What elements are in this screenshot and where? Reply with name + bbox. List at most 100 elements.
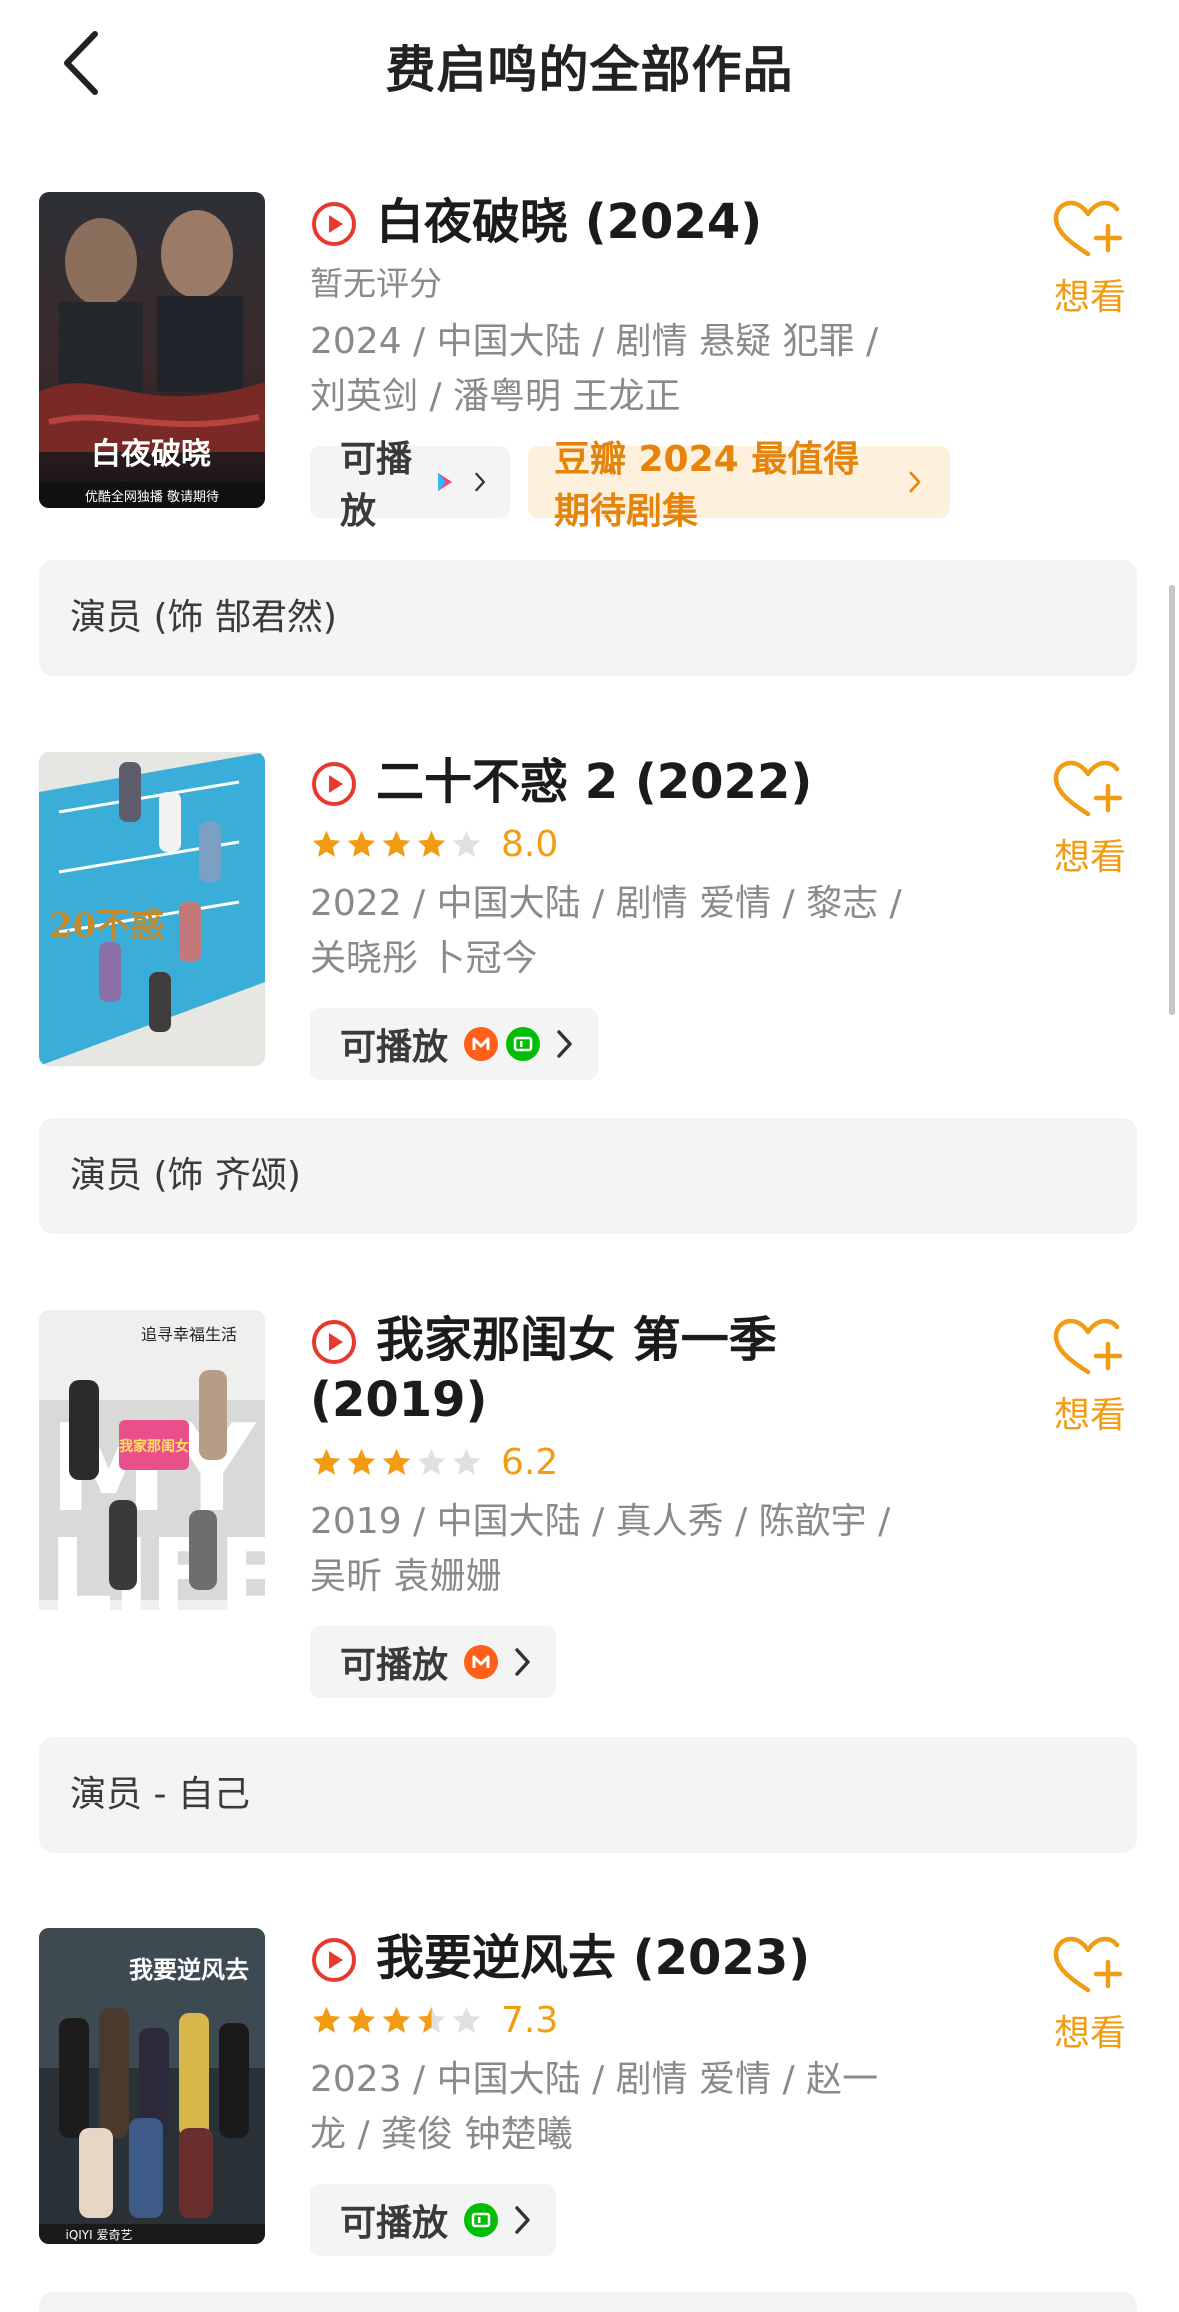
chevron-right-icon — [475, 472, 486, 492]
role-text: 演员 (饰 郜君然) — [70, 597, 337, 638]
want-to-watch-label: 想看 — [1053, 1395, 1126, 1436]
want-to-watch-button[interactable]: 想看 — [1045, 198, 1135, 320]
chevron-right-icon — [909, 471, 921, 493]
rating: 6.2 — [310, 1436, 950, 1488]
poster-caption-text: iQIYI 爱奇艺 — [65, 2228, 132, 2242]
poster-title-text: 我要逆风去 — [129, 1955, 249, 1984]
heart-plus-icon — [1053, 760, 1123, 817]
heart-plus-icon — [1053, 200, 1123, 257]
role-bar: 演员 - 自己 — [39, 1737, 1137, 1853]
play-icon — [312, 1320, 356, 1364]
meta-line: 2024 / 中国大陆 / 剧情 悬疑 犯罪 / — [310, 321, 879, 362]
playable-button[interactable]: 可播放 — [310, 439, 510, 532]
star-full-icon — [417, 830, 446, 857]
playable-label: 可播放 — [340, 1027, 449, 1068]
scrollbar[interactable] — [1169, 585, 1175, 1015]
poster-title-text: 20不惑 — [49, 906, 164, 946]
poster-caption-text: 优酷全网独播 敬请期待 — [85, 489, 219, 505]
heart-plus-icon — [1053, 1318, 1123, 1375]
mgtv-icon — [464, 1645, 499, 1679]
star-full-icon — [312, 1448, 341, 1475]
want-to-watch-label: 想看 — [1053, 837, 1126, 878]
rating: 8.0 — [310, 818, 950, 870]
work-title[interactable]: 我要逆风去 (2023) — [376, 1928, 810, 1988]
role-text: 演员 - 自己 — [70, 1774, 250, 1815]
role-text: 演员 (饰 齐颂) — [70, 1155, 301, 1196]
work-title[interactable]: 二十不惑 2 (2022) — [376, 752, 812, 812]
star-empty-icon — [452, 2006, 481, 2033]
work-meta: 2022 / 中国大陆 / 剧情 爱情 / 黎志 / 关晓彤 卜冠今 — [310, 876, 950, 986]
play-icon — [312, 202, 356, 246]
work-title[interactable]: 白夜破晓 (2024) — [376, 192, 762, 252]
star-full-icon — [382, 830, 411, 857]
iqiyi-icon — [464, 2203, 499, 2237]
star-full-icon — [382, 2006, 411, 2033]
playable-button[interactable]: 可播放 — [310, 1626, 557, 1698]
mgtv-icon — [464, 1027, 499, 1061]
star-empty-icon — [417, 1448, 446, 1475]
poster-title-text: 我家那闺女 — [119, 1438, 189, 1455]
poster-tagline-text: 追寻幸福生活 — [141, 1325, 237, 1344]
work-meta: 2024 / 中国大陆 / 剧情 悬疑 犯罪 / 刘英剑 / 潘粤明 王龙正 — [310, 314, 950, 424]
svg-text:LIFE: LIFE — [49, 1517, 265, 1626]
star-full-icon — [347, 830, 376, 857]
star-full-icon — [312, 830, 341, 857]
want-to-watch-button[interactable]: 想看 — [1045, 1316, 1135, 1438]
poster-image[interactable]: 我要逆风去 iQIYI 爱奇艺 — [39, 1928, 265, 2244]
role-bar: 演员 (饰 齐颂) — [39, 1118, 1137, 1234]
rating-stars — [310, 828, 483, 861]
playable-label: 可播放 — [340, 2203, 449, 2244]
play-icon — [312, 1938, 356, 1982]
rating-status: 暂无评分 — [310, 264, 442, 303]
playable-button[interactable]: 可播放 — [310, 1008, 599, 1080]
star-full-icon — [382, 1448, 411, 1475]
meta-line: 刘英剑 / 潘粤明 王龙正 — [310, 376, 681, 417]
star-empty-icon — [452, 1448, 481, 1475]
meta-line: 龙 / 龚俊 钟楚曦 — [310, 2114, 573, 2155]
star-empty-icon — [452, 830, 481, 857]
playable-label: 可播放 — [340, 439, 413, 532]
star-half-icon — [417, 2006, 446, 2033]
meta-line: 关晓彤 卜冠今 — [310, 938, 538, 979]
chevron-right-icon — [515, 1648, 530, 1676]
rating-stars — [310, 1446, 483, 1479]
chevron-right-icon — [557, 1030, 572, 1058]
play-icon — [312, 762, 356, 806]
meta-line: 2023 / 中国大陆 / 剧情 爱情 / 赵一 — [310, 2059, 879, 2100]
playable-button[interactable]: 可播放 — [310, 2184, 557, 2256]
work-title-continued[interactable]: (2019) — [310, 1370, 950, 1430]
star-full-icon — [347, 1448, 376, 1475]
poster-title-text: 白夜破晓 — [91, 437, 211, 472]
award-label: 豆瓣 2024 最值得期待剧集 — [553, 439, 860, 532]
poster-image[interactable]: 白夜破晓 优酷全网独播 敬请期待 — [39, 192, 265, 508]
meta-line: 吴昕 袁姗姗 — [310, 1556, 502, 1597]
want-to-watch-button[interactable]: 想看 — [1045, 1934, 1135, 2056]
star-full-icon — [347, 2006, 376, 2033]
playable-label: 可播放 — [340, 1645, 449, 1686]
role-bar — [39, 2292, 1137, 2312]
want-to-watch-label: 想看 — [1053, 2013, 1126, 2054]
rating-score: 8.0 — [501, 823, 559, 865]
rating-stars — [310, 2004, 483, 2037]
rating-score: 6.2 — [501, 1441, 559, 1483]
work-meta: 2019 / 中国大陆 / 真人秀 / 陈歆宇 / 吴昕 袁姗姗 — [310, 1494, 950, 1604]
meta-line: 2022 / 中国大陆 / 剧情 爱情 / 黎志 / — [310, 883, 902, 924]
top-bar: 费启鸣的全部作品 — [0, 0, 1179, 130]
youku-icon — [429, 465, 459, 499]
want-to-watch-label: 想看 — [1053, 277, 1126, 318]
rating: 7.3 — [310, 1994, 950, 2046]
poster-image[interactable]: 20不惑 — [39, 752, 265, 1066]
chevron-right-icon — [515, 2206, 530, 2234]
work-meta: 2023 / 中国大陆 / 剧情 爱情 / 赵一 龙 / 龚俊 钟楚曦 — [310, 2052, 950, 2162]
iqiyi-icon — [506, 1027, 541, 1061]
heart-plus-icon — [1053, 1936, 1123, 1993]
poster-image[interactable]: MY LIFE 我家那闺女 追寻幸福生活 — [39, 1310, 265, 1626]
rating-score: 7.3 — [501, 1999, 559, 2041]
page-title: 费启鸣的全部作品 — [385, 41, 794, 99]
role-bar: 演员 (饰 郜君然) — [39, 560, 1137, 676]
star-full-icon — [312, 2006, 341, 2033]
meta-line: 2019 / 中国大陆 / 真人秀 / 陈歆宇 / — [310, 1501, 891, 1542]
award-badge[interactable]: 豆瓣 2024 最值得期待剧集 — [527, 439, 950, 532]
want-to-watch-button[interactable]: 想看 — [1045, 758, 1135, 880]
work-title[interactable]: 我家那闺女 第一季 — [376, 1310, 777, 1370]
